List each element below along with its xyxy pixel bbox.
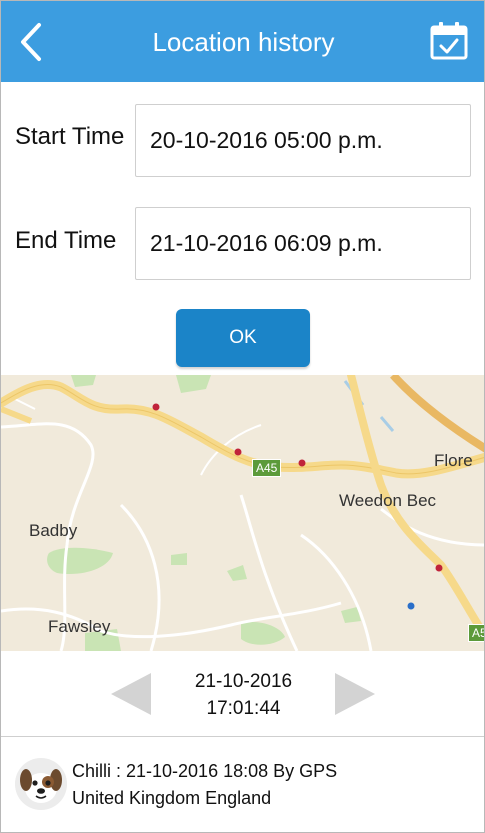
end-time-field[interactable]: 21-10-2016 06:09 p.m. (135, 207, 471, 280)
place-label-fawsley: Fawsley (48, 617, 111, 636)
next-button[interactable] (331, 671, 377, 717)
dog-avatar-icon (15, 758, 67, 810)
place-label-flore: Flore (434, 451, 473, 470)
triangle-right-icon (335, 673, 375, 715)
history-navigation: 21-10-2016 17:01:44 (1, 651, 484, 737)
history-date: 21-10-2016 (194, 671, 293, 692)
calendar-check-icon (430, 22, 468, 60)
app-frame: Location history Start Time 20-10-2016 0… (0, 0, 485, 833)
device-status-line: Chilli : 21-10-2016 18:08 By GPS (72, 761, 338, 781)
device-location-line: United Kingdom England (72, 788, 272, 808)
map-view[interactable]: A45 A5 Flore Weedon Bec Badby Fawsley (1, 375, 484, 651)
map-roads (1, 375, 484, 651)
device-status-bar: Chilli : 21-10-2016 18:08 By GPS United … (1, 738, 484, 832)
calendar-button[interactable] (427, 19, 471, 63)
start-time-label: Start Time (15, 123, 125, 150)
history-time: 17:01:44 (206, 698, 281, 719)
road-label-a5: A5 (468, 624, 484, 642)
avatar (15, 758, 67, 810)
app-bar: Location history (1, 1, 484, 82)
place-label-weedon-bec: Weedon Bec (339, 491, 437, 510)
start-time-field[interactable]: 20-10-2016 05:00 p.m. (135, 104, 471, 177)
page-title: Location history (152, 27, 335, 57)
place-label-badby: Badby (29, 521, 78, 540)
road-label-a45: A45 (252, 459, 282, 477)
ok-button[interactable]: OK (176, 309, 310, 367)
end-time-label: End Time (15, 227, 117, 254)
